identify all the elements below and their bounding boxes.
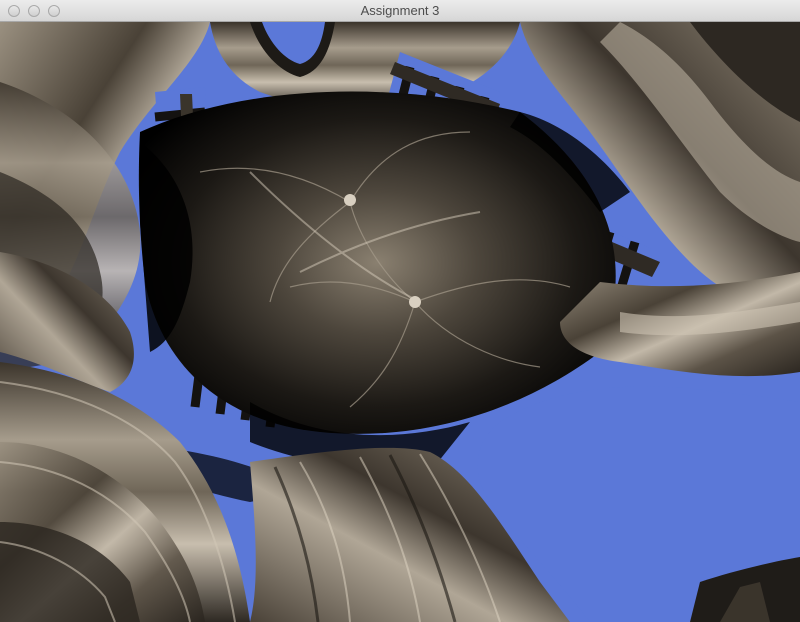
title-bar[interactable]: Assignment 3 xyxy=(0,0,800,22)
window-title: Assignment 3 xyxy=(360,3,440,18)
distorted-cathedral-render xyxy=(0,22,800,622)
render-viewport[interactable] xyxy=(0,22,800,622)
application-window: Assignment 3 xyxy=(0,0,800,622)
